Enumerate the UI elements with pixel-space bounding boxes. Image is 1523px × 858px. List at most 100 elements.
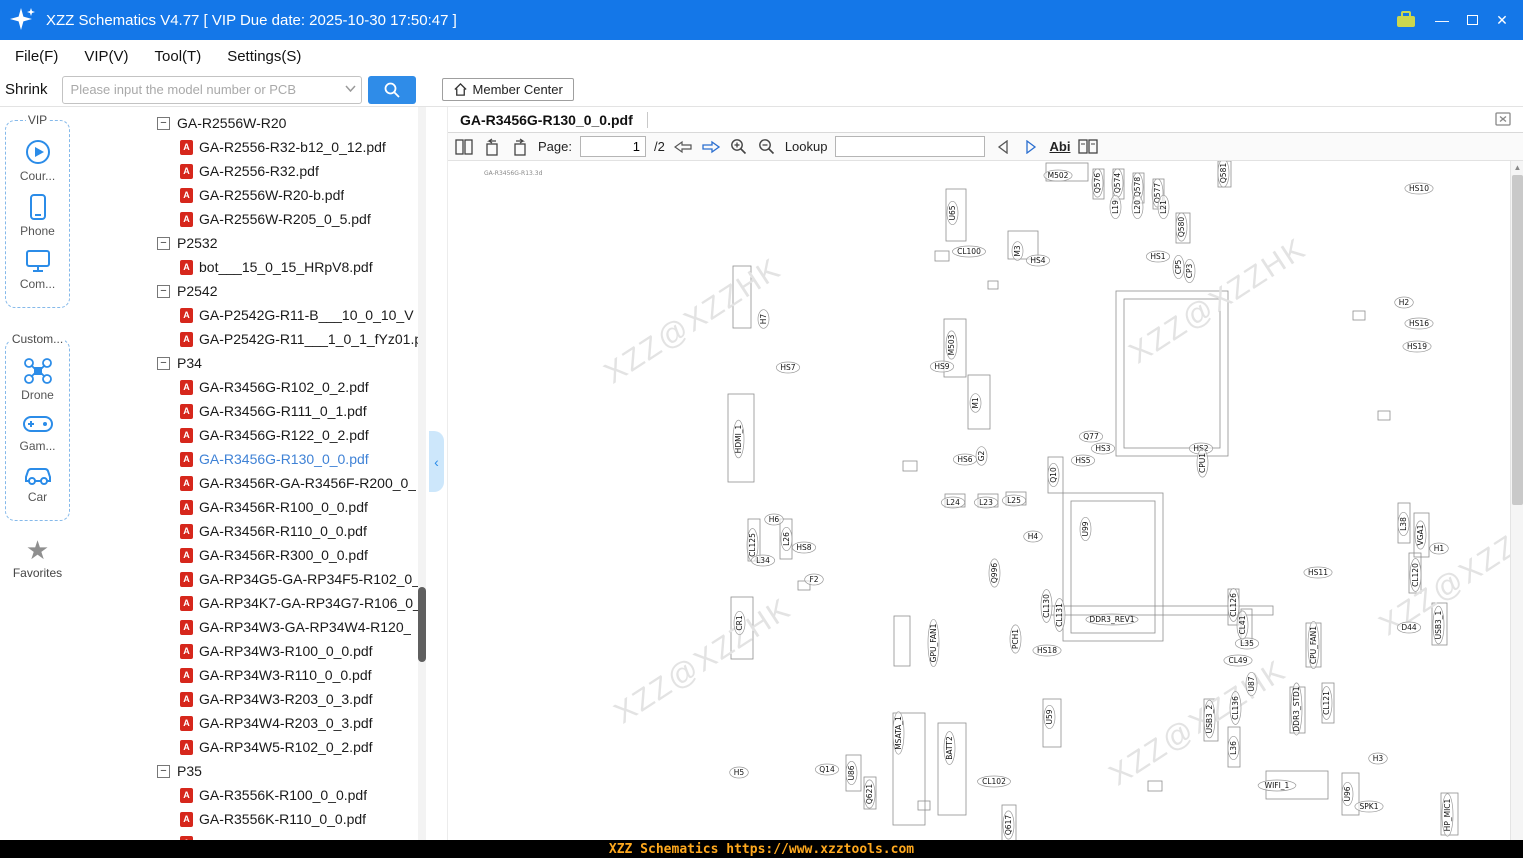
rotate-right-icon[interactable]	[510, 137, 530, 157]
tree-file[interactable]: A GA-R3556K-R100_0_0.pdf	[75, 783, 447, 807]
tree-file[interactable]: A GA-R2556W-R20-b.pdf	[75, 183, 447, 207]
tree-file[interactable]: A GA-R3456G-R111_0_1.pdf	[75, 399, 447, 423]
collapse-node-icon[interactable]: −	[157, 764, 170, 778]
tree-file[interactable]: A GA-RP34W3-R110_0_0.pdf	[75, 663, 447, 687]
schematic-canvas[interactable]: GA-R3456G-R13.3d XZZ@XZZHK XZZ@XZZHK XZZ…	[448, 161, 1510, 840]
tree-group[interactable]: − GA-R2556W-R20	[75, 111, 447, 135]
menu-settings[interactable]: Settings(S)	[227, 48, 301, 65]
tree-scrollbar[interactable]	[418, 107, 426, 840]
briefcase-icon[interactable]	[1391, 6, 1421, 34]
tree-file[interactable]: A GA-RP34W3-GA-RP34W4-R120_	[75, 615, 447, 639]
tree-file[interactable]: A GA-R3456R-GA-R3456F-R200_0_	[75, 471, 447, 495]
chevron-down-icon[interactable]	[344, 84, 356, 92]
tree-file[interactable]: A GA-RP34W4-R203_0_3.pdf	[75, 711, 447, 735]
component-label: Q581	[1217, 161, 1230, 188]
tree-file[interactable]: A GA-R3456G-R102_0_2.pdf	[75, 375, 447, 399]
next-page-icon[interactable]	[701, 137, 721, 157]
svg-text:D44: D44	[1401, 623, 1417, 632]
sidebar-item-phone[interactable]: Phone	[6, 193, 69, 238]
menu-file[interactable]: File(F)	[15, 48, 58, 65]
find-previous-icon[interactable]	[993, 137, 1013, 157]
component-label: HP_MIC1	[1441, 793, 1454, 837]
pdf-file-icon: A	[180, 187, 193, 203]
close-document-icon[interactable]	[1495, 112, 1511, 126]
menu-vip[interactable]: VIP(V)	[84, 48, 128, 65]
minimize-button[interactable]: —	[1427, 6, 1457, 34]
sidebar-item-computer[interactable]: Com...	[6, 248, 69, 291]
thumbnail-view-icon[interactable]	[1078, 137, 1099, 157]
component-label: BATT2	[943, 731, 956, 765]
tree-file[interactable]: A GA-RP34W5-R102_0_2.pdf	[75, 735, 447, 759]
tree-group[interactable]: − P2542	[75, 279, 447, 303]
previous-page-icon[interactable]	[673, 137, 693, 157]
zoom-out-icon[interactable]	[757, 137, 777, 157]
component-label: F2	[804, 573, 824, 586]
svg-text:USB3_1: USB3_1	[1434, 610, 1443, 639]
sidebar-item-favorites[interactable]: ★ Favorites	[0, 537, 75, 580]
lookup-input[interactable]	[835, 136, 986, 157]
page-number-input[interactable]	[579, 136, 646, 157]
rotate-left-icon[interactable]	[482, 137, 502, 157]
tree-file[interactable]: A GA-R2556-R32-b12_0_12.pdf	[75, 135, 447, 159]
tree-file[interactable]: A GA-R3456G-R122_0_2.pdf	[75, 423, 447, 447]
tree-scrollbar-thumb[interactable]	[418, 587, 426, 662]
tree-file[interactable]: A GA-P2542G-R11___1_0_1_fYz01.p	[75, 327, 447, 351]
find-next-icon[interactable]	[1021, 137, 1041, 157]
collapse-node-icon[interactable]: −	[157, 236, 170, 250]
document-tab[interactable]: GA-R3456G-R130_0_0.pdf	[448, 112, 647, 128]
tree-file[interactable]: A GA-R3456R-R110_0_0.pdf	[75, 519, 447, 543]
tree-file[interactable]: A GA-R3556K-R110_0_0.pdf	[75, 807, 447, 831]
text-select-tool[interactable]: Abi	[1049, 139, 1070, 154]
scroll-up-arrow[interactable]: ▲	[1511, 161, 1523, 174]
tree-file[interactable]: A GA-RP34W3-R100_0_0.pdf	[75, 639, 447, 663]
svg-text:U96: U96	[1343, 786, 1352, 801]
shrink-button[interactable]: Shrink	[0, 81, 54, 98]
collapse-node-icon[interactable]: −	[157, 356, 170, 370]
svg-text:M3: M3	[1013, 245, 1022, 256]
component-label: H2	[1394, 296, 1414, 309]
collapse-node-icon[interactable]: −	[157, 116, 170, 130]
search-input[interactable]	[61, 75, 362, 104]
component-label: VGA1	[1414, 520, 1427, 550]
tree-group[interactable]: − P34	[75, 351, 447, 375]
tree-file[interactable]: A GA-R3456R-R100_0_0.pdf	[75, 495, 447, 519]
svg-text:HS8: HS8	[796, 543, 811, 552]
tree-file[interactable]: Abot___15_0_15_HRpV8.pdf	[75, 255, 447, 279]
menu-tool[interactable]: Tool(T)	[155, 48, 202, 65]
component-label: HS9	[929, 360, 955, 373]
maximize-button[interactable]	[1457, 6, 1487, 34]
close-button[interactable]: ✕	[1487, 6, 1517, 34]
tree-file[interactable]: A GA-R3456G-R130_0_0.pdf	[75, 447, 447, 471]
tree-file[interactable]: A GA-R3456R-R300_0_0.pdf	[75, 543, 447, 567]
tree-group[interactable]: − P2532	[75, 231, 447, 255]
component-label: H3	[1368, 752, 1388, 765]
collapse-node-icon[interactable]: −	[157, 284, 170, 298]
member-center-button[interactable]: Member Center	[441, 78, 574, 101]
collapse-tree-handle[interactable]: ‹	[429, 431, 444, 492]
tree-group[interactable]: − P35	[75, 759, 447, 783]
sidebar-item-car[interactable]: Car	[6, 463, 69, 504]
component-label: MSATA_1	[892, 711, 905, 755]
zoom-in-icon[interactable]	[729, 137, 749, 157]
tree-file[interactable]: A GA-P2542G-R11-B___10_0_10_V	[75, 303, 447, 327]
component-label: SPK1	[1354, 800, 1384, 813]
svg-text:H5: H5	[734, 768, 745, 777]
tree-file[interactable]: A GA-RP34G5-GA-RP34F5-R102_0_	[75, 567, 447, 591]
search-button[interactable]	[367, 75, 416, 104]
component-label: CL121	[1320, 686, 1333, 720]
tree-file[interactable]: A GA-R2556W-R205_0_5.pdf	[75, 207, 447, 231]
tree-file[interactable]: A GA-R2556-R32.pdf	[75, 159, 447, 183]
tree-file[interactable]: A GA-RP34K7-GA-RP34G7-R106_0_	[75, 591, 447, 615]
svg-text:U99: U99	[1081, 521, 1090, 536]
sidebar-item-course[interactable]: Cour...	[6, 138, 69, 183]
sidebar-item-game[interactable]: Gam...	[6, 412, 69, 453]
pdf-scrollbar-thumb[interactable]	[1512, 175, 1523, 505]
sidebar-item-drone[interactable]: Drone	[6, 357, 69, 402]
tree-file[interactable]: A	[75, 831, 447, 840]
pdf-scrollbar[interactable]: ▲	[1510, 161, 1523, 840]
svg-text:CL102: CL102	[982, 777, 1006, 786]
tree-file[interactable]: A GA-RP34W3-R203_0_3.pdf	[75, 687, 447, 711]
two-page-view-icon[interactable]	[454, 137, 474, 157]
component-label: L38	[1397, 511, 1410, 537]
svg-text:CPU1: CPU1	[1198, 453, 1207, 473]
